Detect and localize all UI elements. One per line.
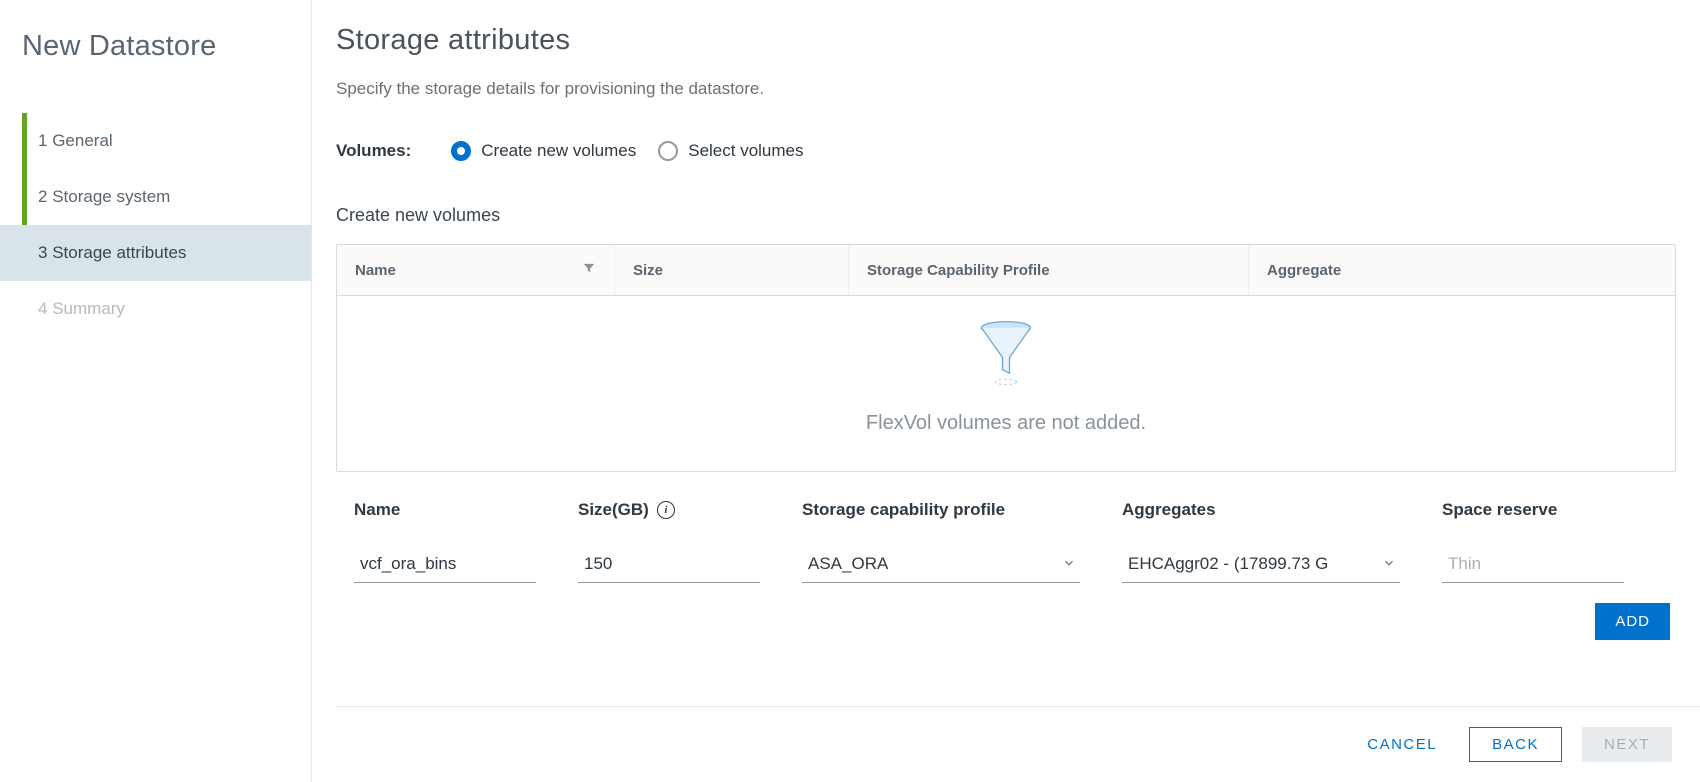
section-heading: Create new volumes xyxy=(336,205,1676,226)
volumes-table: Name Size Storage Capability Profile Agg… xyxy=(336,244,1676,472)
field-aggregates: Aggregates xyxy=(1122,500,1400,583)
step-number: 4 xyxy=(38,299,47,318)
filter-icon[interactable] xyxy=(582,261,596,279)
step-storage-attributes[interactable]: 3 Storage attributes xyxy=(0,225,311,281)
column-header-name[interactable]: Name xyxy=(337,245,615,295)
page-subtitle: Specify the storage details for provisio… xyxy=(336,79,1676,99)
radio-indicator-icon xyxy=(658,141,678,161)
aggregates-select[interactable] xyxy=(1122,546,1400,583)
funnel-icon xyxy=(978,320,1034,412)
radio-label: Select volumes xyxy=(688,141,803,161)
column-label: Aggregate xyxy=(1267,262,1341,279)
field-label-size: Size(GB) i xyxy=(578,500,760,520)
column-label: Size xyxy=(633,262,663,279)
step-number: 2 xyxy=(38,187,47,206)
field-scp: Storage capability profile xyxy=(802,500,1080,583)
main-content: Storage attributes Specify the storage d… xyxy=(312,0,1700,782)
volumes-label: Volumes: xyxy=(336,141,411,161)
step-summary: 4 Summary xyxy=(0,281,311,337)
step-general[interactable]: 1 General xyxy=(0,113,311,169)
scp-select-value[interactable] xyxy=(802,546,1080,583)
size-input[interactable] xyxy=(578,546,760,583)
column-header-scp[interactable]: Storage Capability Profile xyxy=(849,245,1249,295)
empty-state-text: FlexVol volumes are not added. xyxy=(866,412,1146,435)
content-area: Storage attributes Specify the storage d… xyxy=(336,24,1700,706)
radio-indicator-checked-icon xyxy=(451,141,471,161)
step-storage-system[interactable]: 2 Storage system xyxy=(0,169,311,225)
aggregates-select-value[interactable] xyxy=(1122,546,1400,583)
radio-label: Create new volumes xyxy=(481,141,636,161)
field-label-name: Name xyxy=(354,500,536,520)
page-title: Storage attributes xyxy=(336,24,1676,57)
wizard-title: New Datastore xyxy=(0,30,311,63)
step-label: Summary xyxy=(52,299,125,318)
field-size: Size(GB) i xyxy=(578,500,760,583)
field-space-reserve: Space reserve xyxy=(1442,500,1624,583)
add-button-row: ADD xyxy=(336,603,1676,640)
wizard-sidebar: New Datastore 1 General 2 Storage system… xyxy=(0,0,312,782)
info-icon[interactable]: i xyxy=(657,501,675,519)
column-header-aggregate[interactable]: Aggregate xyxy=(1249,245,1675,295)
column-label: Storage Capability Profile xyxy=(867,262,1050,279)
step-label: Storage system xyxy=(52,187,170,206)
field-label-scp: Storage capability profile xyxy=(802,500,1080,520)
next-button: NEXT xyxy=(1582,727,1672,762)
field-label-aggregates: Aggregates xyxy=(1122,500,1400,520)
table-header-row: Name Size Storage Capability Profile Agg… xyxy=(337,245,1675,296)
name-input[interactable] xyxy=(354,546,536,583)
wizard-steps: 1 General 2 Storage system 3 Storage att… xyxy=(0,113,311,337)
label-text: Size(GB) xyxy=(578,500,649,520)
field-name: Name xyxy=(354,500,536,583)
cancel-button[interactable]: CANCEL xyxy=(1355,728,1449,761)
step-number: 3 xyxy=(38,243,47,262)
scp-select[interactable] xyxy=(802,546,1080,583)
back-button[interactable]: BACK xyxy=(1469,727,1562,762)
step-label: General xyxy=(52,131,112,150)
column-label: Name xyxy=(355,262,396,279)
radio-select-volumes[interactable]: Select volumes xyxy=(658,141,803,161)
step-number: 1 xyxy=(38,131,47,150)
column-header-size[interactable]: Size xyxy=(615,245,849,295)
field-label-space: Space reserve xyxy=(1442,500,1624,520)
radio-create-new-volumes[interactable]: Create new volumes xyxy=(451,141,636,161)
table-empty-state: FlexVol volumes are not added. xyxy=(337,296,1675,471)
add-button[interactable]: ADD xyxy=(1595,603,1670,640)
volumes-radio-group: Volumes: Create new volumes Select volum… xyxy=(336,141,1676,161)
volume-create-form: Name Size(GB) i Storage capability profi… xyxy=(336,500,1676,583)
wizard-footer: CANCEL BACK NEXT xyxy=(336,706,1700,782)
step-label: Storage attributes xyxy=(52,243,186,262)
space-reserve-input[interactable] xyxy=(1442,546,1624,583)
